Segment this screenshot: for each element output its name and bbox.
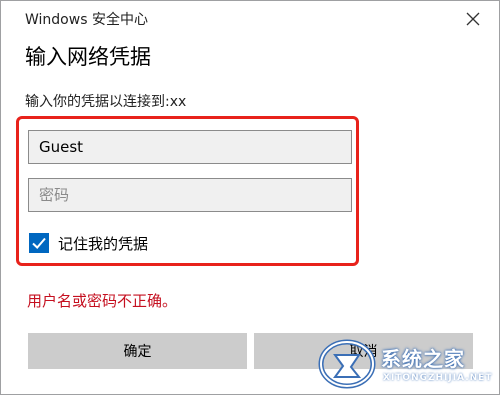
password-field[interactable]: 密码	[28, 178, 352, 212]
credential-dialog: Windows 安全中心 输入网络凭据 输入你的凭据以连接到:xx Guest …	[0, 0, 500, 395]
dialog-subtitle: 输入你的凭据以连接到:xx	[25, 94, 187, 110]
checkmark-icon	[32, 237, 46, 249]
remember-label[interactable]: 记住我的凭据	[58, 233, 148, 254]
close-button[interactable]	[461, 7, 485, 31]
window-title: Windows 安全中心	[25, 12, 148, 28]
dialog-heading: 输入网络凭据	[25, 45, 151, 69]
watermark-subtext: XITONGZHIJIA.NET	[383, 373, 493, 383]
ok-button[interactable]: 确定	[28, 333, 247, 369]
error-message: 用户名或密码不正确。	[27, 292, 178, 310]
remember-checkbox[interactable]	[29, 233, 49, 253]
username-field[interactable]: Guest	[28, 130, 352, 164]
cancel-button[interactable]: 取消	[254, 333, 473, 369]
close-icon	[466, 12, 480, 26]
